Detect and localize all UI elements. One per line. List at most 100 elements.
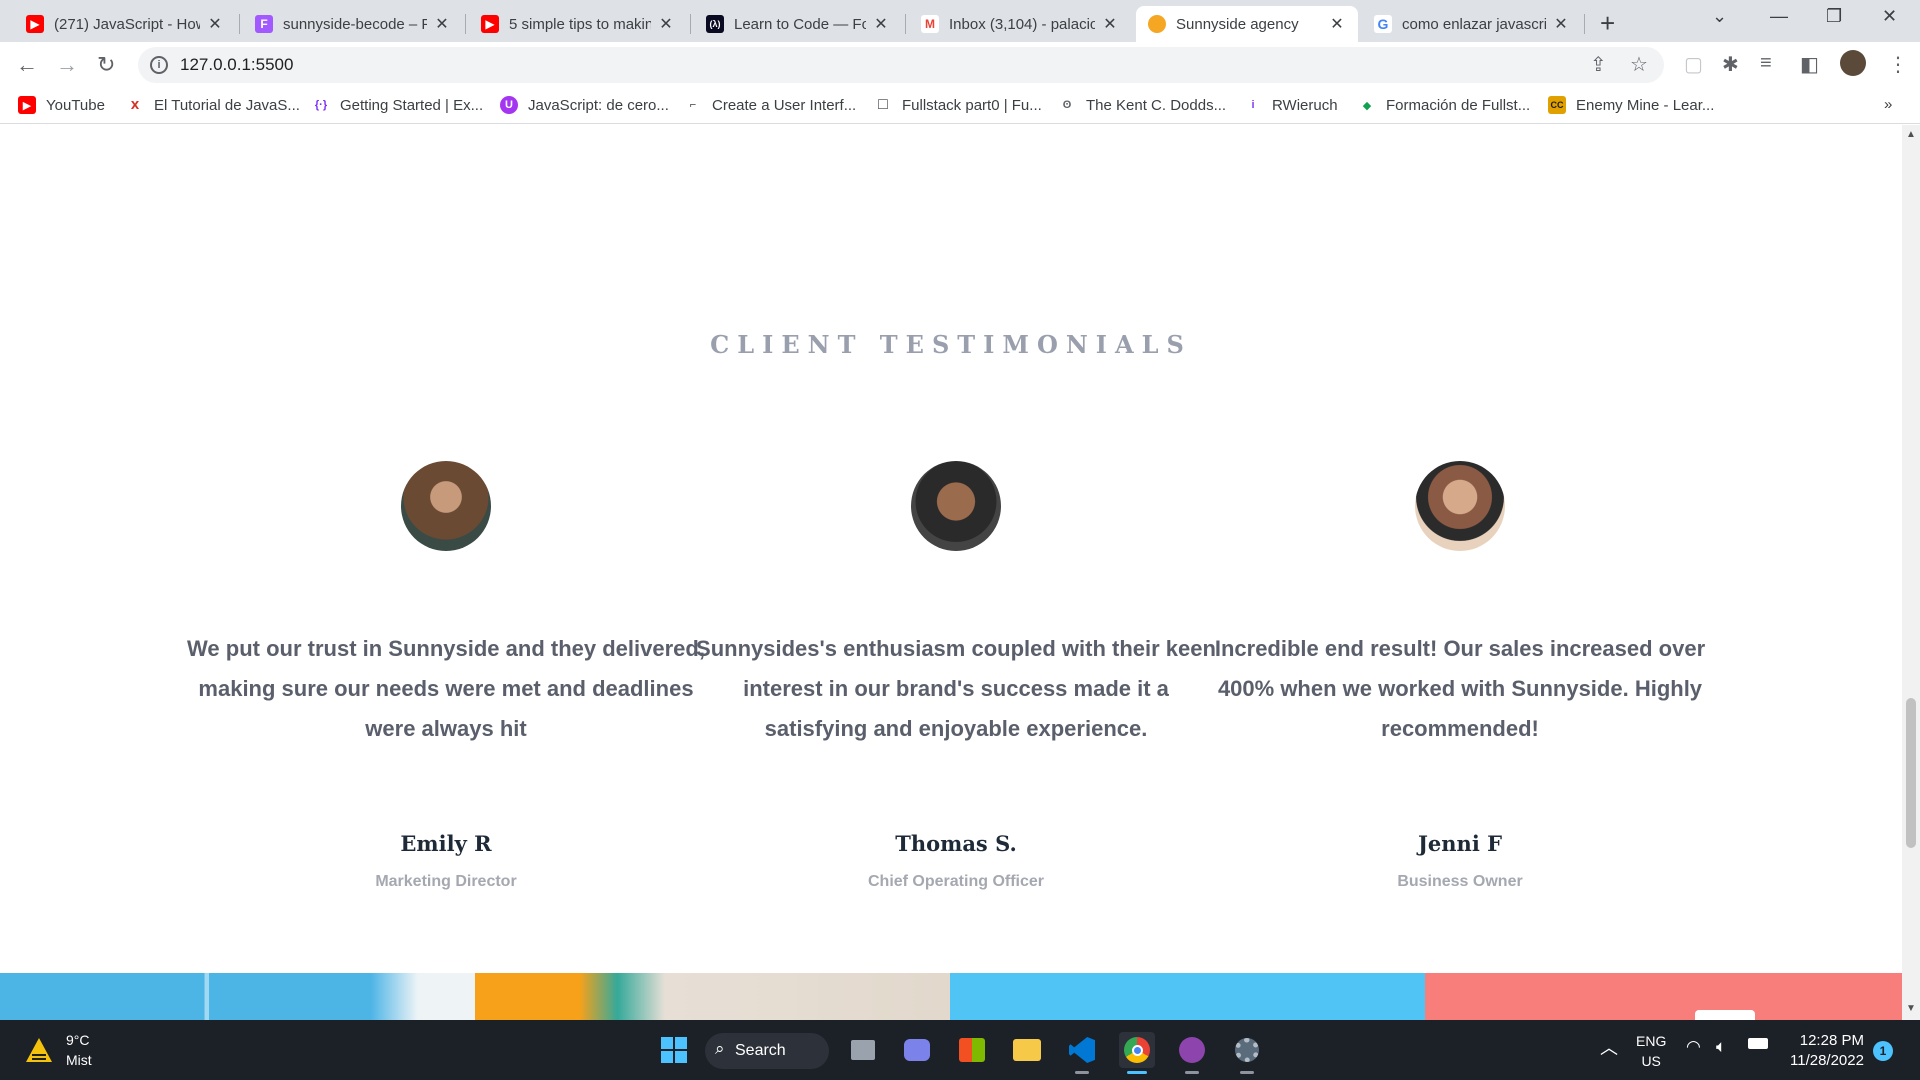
vscode-icon[interactable] xyxy=(1064,1032,1100,1068)
browser-toolbar: ← → ↻ i 127.0.0.1:5500 ⇪ ☆ ▢ ✱ ≡ ◧ ⋮ xyxy=(0,42,1920,88)
close-icon[interactable]: ✕ xyxy=(1552,15,1570,33)
wifi-icon[interactable]: ◠ xyxy=(1686,1037,1701,1057)
scroll-up-arrow-icon[interactable]: ▲ xyxy=(1906,129,1916,140)
taskbar-clock[interactable]: 12:28 PM 11/28/2022 xyxy=(1790,1031,1864,1071)
youtube-icon: ▶ xyxy=(26,15,44,33)
tab-strip: ▶ (271) JavaScript - How ✕ F sunnyside-b… xyxy=(0,0,1920,42)
section-title: CLIENT TESTIMONIALS xyxy=(710,330,1192,359)
forward-button[interactable]: → xyxy=(56,52,78,78)
koala-icon: ʘ xyxy=(1062,99,1072,111)
testimonial-role: Chief Operating Officer xyxy=(867,873,1045,890)
bookmark-tutorial-javascript[interactable]: Ⅹ El Tutorial de JavaS... xyxy=(126,96,300,114)
site-info-icon[interactable]: i xyxy=(150,56,168,74)
taskbar-search-button[interactable]: ⌕ Search xyxy=(705,1033,829,1069)
tab-youtube-javascript[interactable]: ▶ (271) JavaScript - How ✕ xyxy=(14,6,236,42)
bookmark-formacion-fullstack[interactable]: ◆ Formación de Fullst... xyxy=(1358,96,1530,114)
minimize-button[interactable]: — xyxy=(1770,6,1788,27)
google-icon: G xyxy=(1374,15,1392,33)
bookmark-fullstack-part0[interactable]: □ Fullstack part0 | Fu... xyxy=(874,96,1042,114)
task-view-icon[interactable] xyxy=(845,1032,881,1068)
browser-menu-icon[interactable]: ⋮ xyxy=(1888,52,1908,77)
share-icon[interactable]: ⇪ xyxy=(1590,52,1607,77)
testimonial-quote: Incredible end result! Our sales increas… xyxy=(1214,636,1706,741)
weather-warning-icon xyxy=(26,1038,52,1062)
address-bar[interactable]: i 127.0.0.1:5500 xyxy=(138,47,1664,83)
bookmark-kent-c-dodds[interactable]: ʘ The Kent C. Dodds... xyxy=(1058,96,1226,114)
show-hidden-icons-chevron-icon[interactable]: ︿ xyxy=(1600,1034,1618,1060)
tab-freecodecamp[interactable]: (λ) Learn to Code — For F ✕ xyxy=(694,6,902,42)
profile-avatar[interactable] xyxy=(1840,50,1866,76)
close-icon[interactable]: ✕ xyxy=(1101,15,1119,33)
close-icon[interactable]: ✕ xyxy=(1328,15,1346,33)
udemy-icon: U xyxy=(500,96,518,114)
chrome-icon[interactable] xyxy=(1119,1032,1155,1068)
weather-widget[interactable]: 9°C Mist xyxy=(24,1030,92,1070)
bookmarks-bar: ▶ YouTube Ⅹ El Tutorial de JavaS... {·} Get… xyxy=(0,88,1920,124)
square-icon: □ xyxy=(878,96,888,113)
testimonial-quote: Sunnysides's enthusiasm coupled with the… xyxy=(696,636,1216,741)
settings-gear-icon[interactable] xyxy=(1229,1032,1265,1068)
more-bookmarks-chevron-icon[interactable]: » xyxy=(1884,96,1892,113)
tab-search-chevron-icon[interactable]: ⌄ xyxy=(1712,6,1727,27)
tab-google-search[interactable]: G como enlazar javascrip ✕ xyxy=(1362,6,1582,42)
page-scrollbar[interactable]: ▲ ▼ xyxy=(1902,125,1920,1020)
language-indicator[interactable]: ENG US xyxy=(1636,1031,1666,1071)
back-button[interactable]: ← xyxy=(16,52,38,78)
bookmark-enemy-mine[interactable]: CC Enemy Mine - Lear... xyxy=(1548,96,1714,114)
codecombat-icon: CC xyxy=(1548,96,1566,114)
scroll-down-arrow-icon[interactable]: ▼ xyxy=(1906,1003,1916,1014)
page-content: CLIENT TESTIMONIALS We put our trust in … xyxy=(0,125,1902,1020)
scroll-thumb[interactable] xyxy=(1906,698,1916,848)
bookmark-express[interactable]: {·} Getting Started | Ex... xyxy=(312,96,483,114)
glasses-icon: ⌐ xyxy=(689,99,697,111)
tab-gmail[interactable]: M Inbox (3,104) - palacio ✕ xyxy=(909,6,1131,42)
bookmark-javascript-de-cero[interactable]: U JavaScript: de cero... xyxy=(500,96,669,114)
bookmark-star-icon[interactable]: ☆ xyxy=(1630,52,1648,77)
tab-sunnyside-agency[interactable]: Sunnyside agency ✕ xyxy=(1136,6,1358,42)
github-desktop-icon[interactable] xyxy=(1174,1032,1210,1068)
new-tab-button[interactable]: + xyxy=(1600,8,1615,39)
express-icon: {·} xyxy=(314,99,328,111)
youtube-icon: ▶ xyxy=(481,15,499,33)
gmail-icon: M xyxy=(921,15,939,33)
gallery-image xyxy=(0,973,475,1020)
testimonial-quote: We put our trust in Sunnyside and they d… xyxy=(187,636,705,741)
bookmark-rwieruch[interactable]: i RWieruch xyxy=(1244,96,1337,114)
avatar xyxy=(1415,461,1505,551)
restore-button[interactable]: ❐ xyxy=(1826,6,1842,27)
testimonial-name: Jenni F xyxy=(1417,831,1503,856)
gallery-image xyxy=(475,973,950,1020)
avatar xyxy=(401,461,491,551)
close-icon[interactable]: ✕ xyxy=(657,15,675,33)
testimonial-name: Thomas S. xyxy=(895,831,1017,856)
tower-icon: Ⅹ xyxy=(130,99,140,112)
close-icon[interactable]: ✕ xyxy=(872,15,890,33)
testimonial-card: Sunnysides's enthusiasm coupled with the… xyxy=(696,461,1216,890)
media-controls-icon[interactable]: ≡ xyxy=(1760,52,1772,75)
tab-figma[interactable]: F sunnyside-becode – F ✕ xyxy=(243,6,463,42)
microsoft-store-icon[interactable] xyxy=(954,1032,990,1068)
reload-button[interactable]: ↻ xyxy=(97,52,115,78)
teams-chat-icon[interactable] xyxy=(899,1032,935,1068)
windows-taskbar: 9°C Mist ⌕ Search ︿ ENG US ◠ 🔈︎ 12:28 PM… xyxy=(0,1020,1920,1080)
bookmark-create-user-interface[interactable]: ⌐ Create a User Interf... xyxy=(684,96,856,114)
platzi-icon: ◆ xyxy=(1362,99,1372,112)
sunnyside-icon xyxy=(1148,15,1166,33)
testimonial-role: Business Owner xyxy=(1397,873,1523,890)
battery-icon[interactable] xyxy=(1748,1038,1768,1049)
close-icon[interactable]: ✕ xyxy=(206,15,224,33)
testimonial-name: Emily R xyxy=(400,831,492,856)
side-panel-icon[interactable]: ◧ xyxy=(1800,52,1819,77)
volume-icon[interactable]: 🔈︎ xyxy=(1716,1037,1726,1057)
close-window-button[interactable]: ✕ xyxy=(1882,6,1897,27)
windows-start-icon[interactable] xyxy=(656,1032,692,1068)
extension-placeholder-icon[interactable]: ▢ xyxy=(1684,52,1703,77)
tab-youtube-tips[interactable]: ▶ 5 simple tips to makin ✕ xyxy=(469,6,687,42)
file-explorer-icon[interactable] xyxy=(1009,1032,1045,1068)
notification-badge[interactable]: 1 xyxy=(1873,1041,1893,1061)
close-icon[interactable]: ✕ xyxy=(433,15,451,33)
avatar xyxy=(911,461,1001,551)
bookmark-youtube[interactable]: ▶ YouTube xyxy=(18,96,105,114)
extensions-icon[interactable]: ✱ xyxy=(1722,52,1739,77)
gallery-strip xyxy=(0,973,1902,1020)
